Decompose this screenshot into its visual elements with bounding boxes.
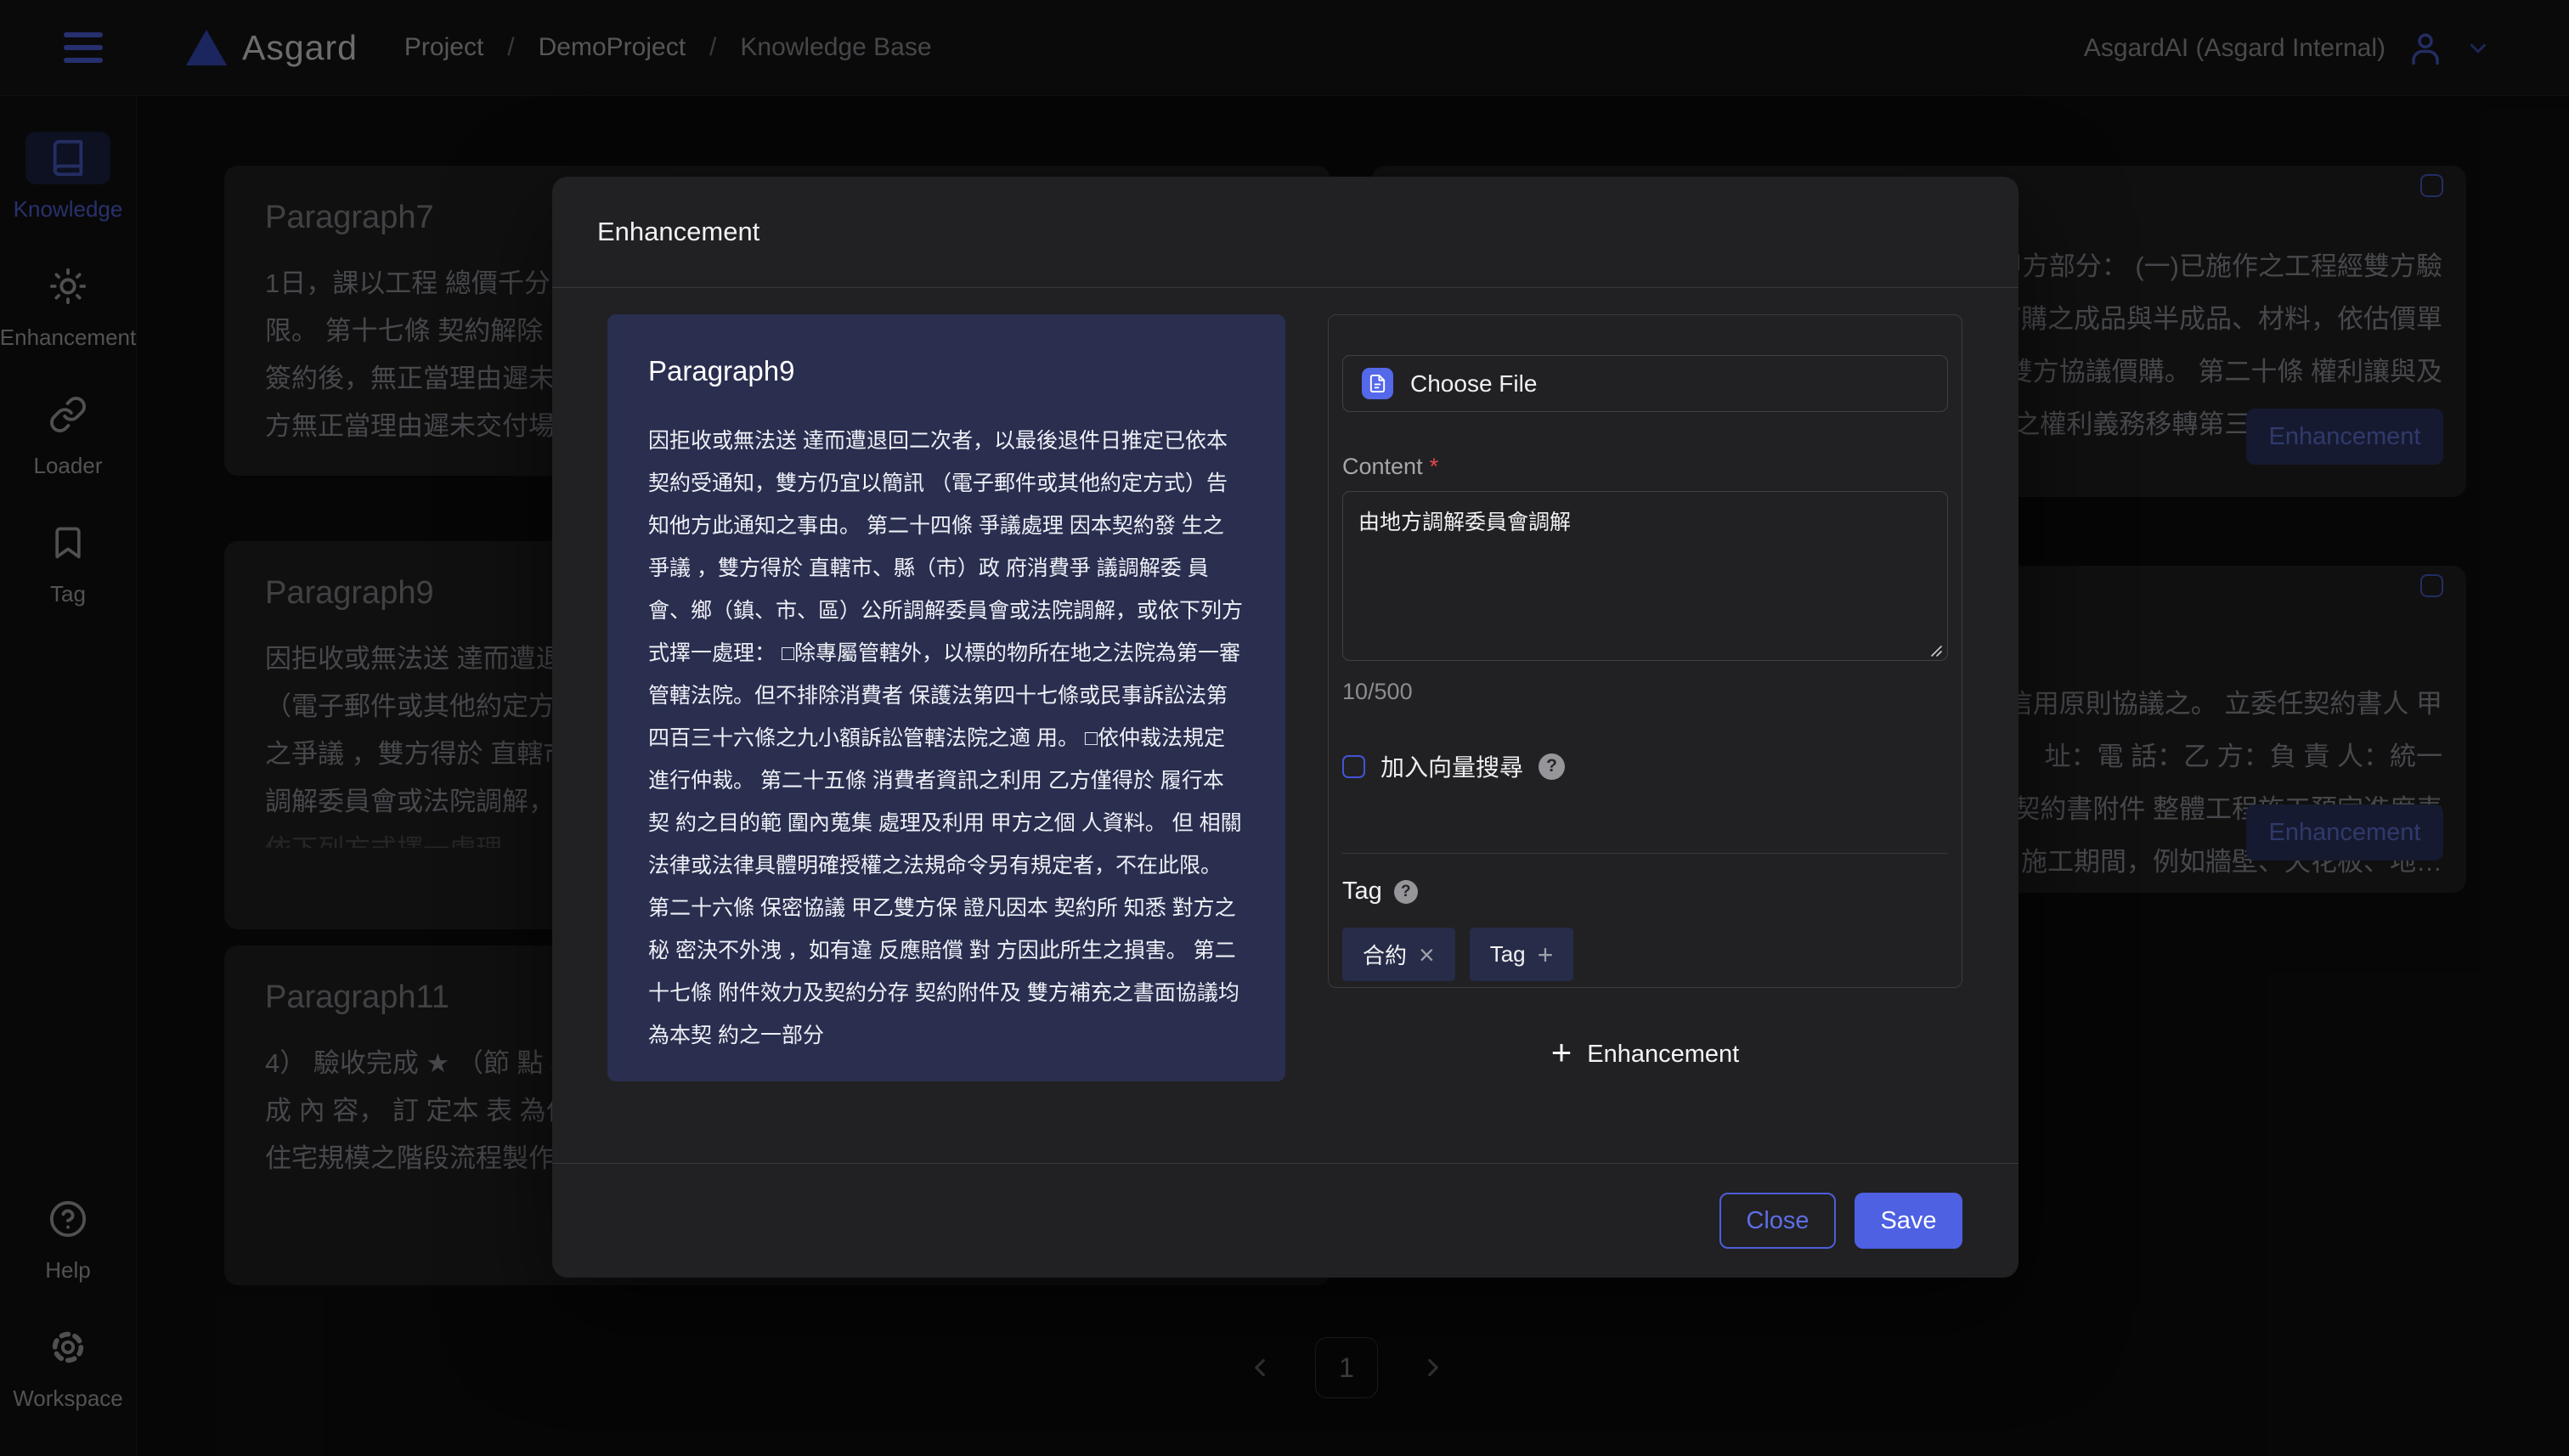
content-textarea[interactable]: 由地方調解委員會調解 — [1342, 491, 1948, 661]
paragraph-panel-title: Paragraph9 — [648, 355, 1245, 387]
tag-chip-row: 合約 × Tag + — [1342, 928, 1948, 981]
tag-chip-label: 合約 — [1363, 939, 1407, 970]
vector-search-checkbox[interactable] — [1342, 755, 1365, 778]
add-enhancement-label: Enhancement — [1587, 1041, 1739, 1069]
tag-section-label: Tag — [1342, 878, 1382, 906]
choose-file-button[interactable]: Choose File — [1342, 355, 1948, 412]
required-asterisk: * — [1430, 454, 1439, 479]
char-counter: 10/500 — [1342, 679, 1948, 705]
file-icon — [1362, 368, 1393, 399]
save-button[interactable]: Save — [1855, 1193, 1962, 1249]
remove-tag-icon[interactable]: × — [1419, 941, 1435, 968]
form-divider — [1342, 853, 1948, 854]
paragraph-panel-text: 因拒收或無法送 達而遭退回二次者，以最後退件日推定已依本契約受通知，雙方仍宜以簡… — [648, 420, 1245, 1057]
choose-file-label: Choose File — [1410, 370, 1537, 398]
add-enhancement-button[interactable]: + Enhancement — [1328, 1032, 1962, 1076]
help-circle-icon[interactable]: ? — [1394, 880, 1418, 904]
modal-header: Enhancement — [552, 177, 2019, 288]
add-tag-label: Tag — [1490, 941, 1526, 968]
plus-icon: + — [1538, 941, 1554, 968]
paragraph-panel: Paragraph9 因拒收或無法送 達而遭退回二次者，以最後退件日推定已依本契… — [607, 314, 1285, 1081]
vector-search-label: 加入向量搜尋 — [1380, 749, 1523, 783]
enhancement-form-panel: Choose File Content* 由地方調解委員會調解 10/500 加… — [1328, 314, 1962, 988]
app-root: Asgard Project / DemoProject / Knowledge… — [0, 0, 2569, 1456]
tag-chip[interactable]: 合約 × — [1342, 928, 1455, 981]
close-button[interactable]: Close — [1719, 1193, 1836, 1249]
modal-title: Enhancement — [597, 217, 759, 247]
help-circle-icon[interactable]: ? — [1539, 753, 1565, 780]
content-field-label: Content* — [1342, 454, 1948, 480]
add-tag-button[interactable]: Tag + — [1470, 928, 1574, 981]
vector-search-row: 加入向量搜尋 ? — [1342, 749, 1948, 783]
plus-icon: + — [1551, 1035, 1572, 1070]
enhancement-modal: Enhancement Paragraph9 因拒收或無法送 達而遭退回二次者，… — [552, 177, 2019, 1278]
tag-section-header: Tag ? — [1342, 878, 1948, 906]
modal-footer: Close Save — [552, 1163, 2019, 1278]
